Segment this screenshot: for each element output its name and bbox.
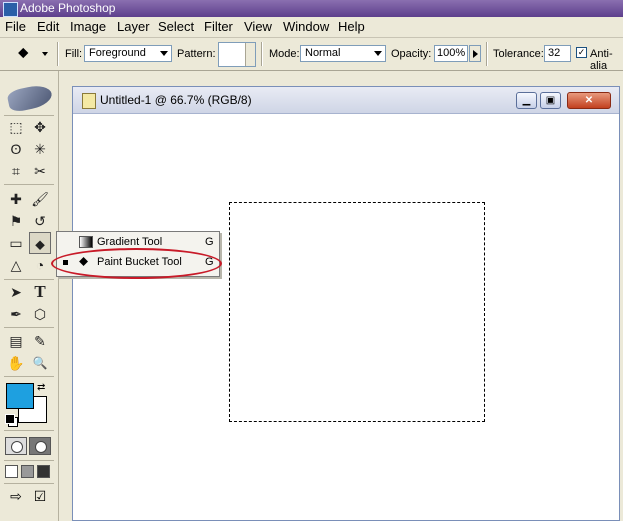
document-window: Untitled-1 @ 66.7% (RGB/8) ▁ ▣ ✕ — [72, 86, 620, 521]
quick-mask-mode-icon[interactable] — [29, 437, 51, 455]
marquee-tool-icon[interactable]: ⬚ — [5, 116, 27, 138]
crop-tool-icon[interactable]: ⌗ — [5, 160, 27, 182]
screen-mode-full-menu-icon[interactable] — [21, 465, 34, 478]
antialias-checkbox[interactable]: ✓ — [576, 47, 587, 58]
default-colors-icon[interactable] — [5, 414, 15, 424]
magic-wand-tool-icon[interactable]: ✳ — [29, 138, 51, 160]
fill-value: Foreground — [89, 47, 146, 59]
fill-label: Fill: — [65, 48, 83, 60]
divider — [4, 483, 54, 484]
zoom-tool-icon[interactable]: 🔍 — [29, 352, 51, 374]
type-tool-icon[interactable]: T — [29, 281, 51, 303]
options-bar: ⬥ Fill: Foreground Pattern: Mode: Normal… — [0, 38, 623, 72]
history-brush-tool-icon[interactable]: ↺ — [29, 210, 51, 232]
swap-colors-icon[interactable]: ⇄ — [37, 382, 45, 393]
clone-stamp-tool-icon[interactable]: ⚑ — [5, 210, 27, 232]
menu-file[interactable]: File — [5, 19, 26, 34]
divider — [261, 42, 263, 66]
app-title: Adobe Photoshop — [20, 1, 116, 15]
dodge-tool-icon[interactable]: ◔ — [29, 254, 51, 276]
mode-label: Mode: — [269, 48, 300, 60]
close-button[interactable]: ✕ — [567, 92, 611, 109]
opacity-label: Opacity: — [391, 48, 432, 60]
photoshop-logo-icon — [3, 2, 18, 17]
healing-brush-tool-icon[interactable]: ✚ — [5, 188, 27, 210]
highlight-oval — [51, 248, 222, 279]
paint-bucket-icon: ⬥ — [18, 44, 29, 61]
menu-layer[interactable]: Layer — [117, 19, 150, 34]
pattern-label: Pattern: — [177, 48, 216, 60]
imageready-icon[interactable]: ☑ — [30, 488, 50, 506]
document-title: Untitled-1 @ 66.7% (RGB/8) — [100, 93, 252, 107]
menu-image[interactable]: Image — [70, 19, 106, 34]
chevron-down-icon — [42, 52, 48, 56]
shape-tool-icon[interactable]: ⬡ — [29, 303, 51, 325]
gradient-tool-label: Gradient Tool — [97, 236, 163, 248]
divider — [4, 327, 54, 328]
feather-logo-icon — [6, 82, 54, 114]
divider — [4, 376, 54, 377]
divider — [4, 279, 54, 280]
restore-button[interactable]: ▣ — [540, 92, 561, 109]
menu-help[interactable]: Help — [338, 19, 365, 34]
minimize-button[interactable]: ▁ — [516, 92, 537, 109]
menu-window[interactable]: Window — [283, 19, 329, 34]
blur-tool-icon[interactable]: △ — [5, 254, 27, 276]
fill-select[interactable]: Foreground — [84, 45, 172, 62]
lasso-tool-icon[interactable]: ʘ — [5, 138, 27, 160]
opacity-input[interactable]: 100% — [434, 45, 468, 62]
eraser-tool-icon[interactable]: ▭ — [5, 232, 27, 254]
tool-preset-picker[interactable]: ⬥ — [16, 44, 52, 64]
paint-bucket-tool-icon[interactable]: ⬥ — [29, 232, 51, 254]
standard-mode-icon[interactable] — [5, 437, 27, 455]
document-title-bar: Untitled-1 @ 66.7% (RGB/8) ▁ ▣ ✕ — [73, 87, 619, 114]
menu-view[interactable]: View — [244, 19, 272, 34]
chevron-down-icon — [245, 43, 255, 66]
gradient-icon — [79, 236, 93, 248]
chevron-down-icon — [374, 51, 382, 56]
app-title-bar: Adobe Photoshop — [0, 0, 623, 17]
triangle-right-icon — [473, 50, 478, 58]
pattern-picker[interactable] — [218, 42, 256, 67]
divider — [4, 460, 54, 461]
path-selection-tool-icon[interactable]: ➤ — [5, 281, 27, 303]
divider — [4, 184, 54, 185]
brush-tool-icon[interactable]: 🖌 — [29, 188, 51, 210]
tolerance-input[interactable]: 32 — [544, 45, 571, 62]
menu-select[interactable]: Select — [158, 19, 194, 34]
eyedropper-tool-icon[interactable]: ✎ — [29, 330, 51, 352]
toolbox: ⬚ ✥ ʘ ✳ ⌗ ✂ ✚ 🖌 ⚑ ↺ ▭ ⬥ △ ◔ ➤ T ✒ ⬡ ▤ ✎ … — [0, 71, 59, 521]
menu-filter[interactable]: Filter — [204, 19, 233, 34]
menu-edit[interactable]: Edit — [37, 19, 59, 34]
divider — [4, 430, 54, 431]
screen-mode-full-icon[interactable] — [37, 465, 50, 478]
move-tool-icon[interactable]: ✥ — [29, 116, 51, 138]
gradient-tool-shortcut: G — [205, 236, 214, 248]
tolerance-value: 32 — [548, 47, 561, 59]
slice-tool-icon[interactable]: ✂ — [29, 160, 51, 182]
opacity-slider-button[interactable] — [469, 45, 481, 62]
notes-tool-icon[interactable]: ▤ — [5, 330, 27, 352]
antialias-label: Anti-alia — [590, 48, 613, 72]
chevron-down-icon — [160, 51, 168, 56]
canvas[interactable] — [79, 118, 613, 516]
tolerance-label: Tolerance: — [493, 48, 544, 60]
jump-to-imageready-icon[interactable]: ⇨ — [5, 488, 27, 506]
mode-value: Normal — [305, 47, 341, 59]
menu-bar: File Edit Image Layer Select Filter View… — [0, 17, 623, 38]
document-icon — [82, 93, 96, 109]
divider — [486, 42, 488, 66]
selection-marquee[interactable] — [229, 202, 485, 422]
foreground-color-swatch[interactable] — [6, 383, 34, 409]
hand-tool-icon[interactable]: ✋ — [5, 352, 27, 374]
divider — [57, 42, 59, 66]
mode-select[interactable]: Normal — [300, 45, 386, 62]
screen-mode-standard-icon[interactable] — [5, 465, 18, 478]
opacity-value: 100% — [437, 47, 466, 59]
pen-tool-icon[interactable]: ✒ — [5, 303, 27, 325]
